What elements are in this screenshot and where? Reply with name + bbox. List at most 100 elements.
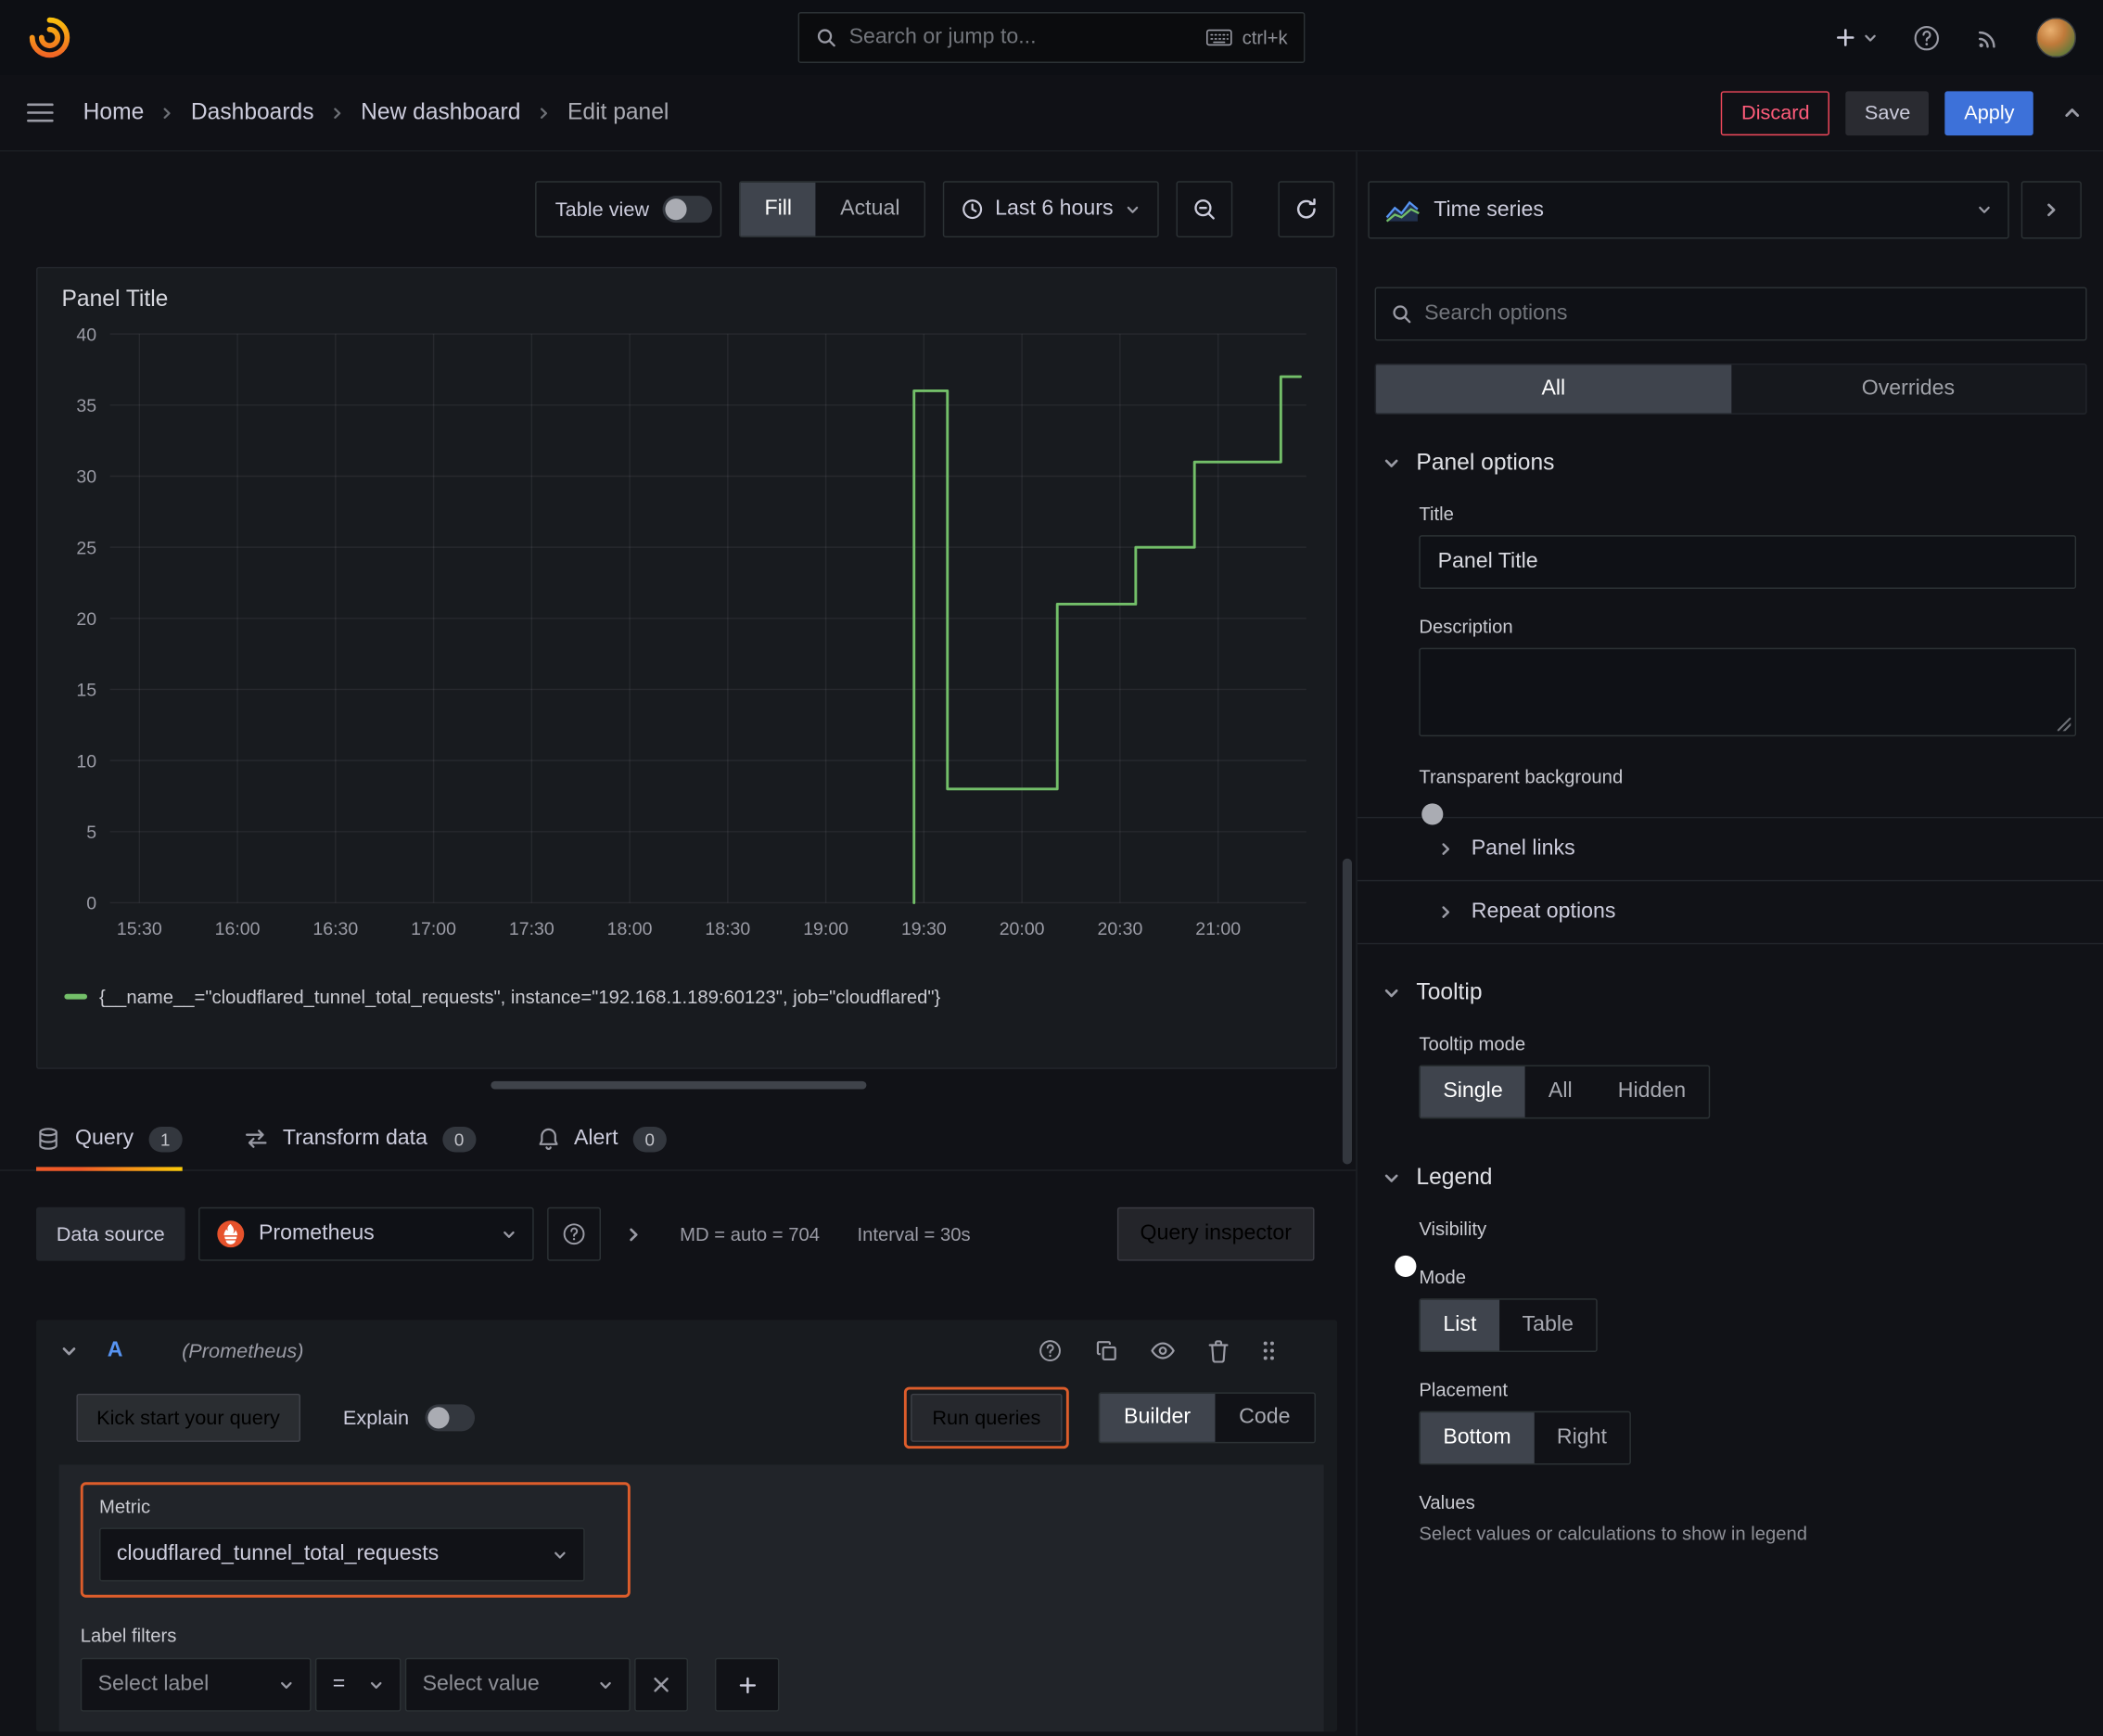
fill-option[interactable]: Fill (740, 182, 817, 236)
tab-transform[interactable]: Transform data 0 (244, 1108, 477, 1170)
chevron-down-icon (1977, 202, 1992, 217)
tab-alert[interactable]: Alert 0 (538, 1108, 667, 1170)
explain-toggle[interactable] (425, 1404, 475, 1432)
query-options-summary[interactable]: MD = auto = 704 Interval = 30s (680, 1223, 970, 1245)
chevron-down-icon[interactable] (60, 1342, 78, 1359)
section-tooltip[interactable]: Tooltip (1357, 944, 2103, 1006)
datasource-help-button[interactable] (546, 1206, 601, 1261)
search-icon (815, 27, 836, 48)
zoom-out-button[interactable] (1176, 181, 1233, 238)
legend-mode-switch: List Table (1419, 1298, 1598, 1352)
operator-dropdown[interactable]: = (314, 1657, 401, 1712)
query-options-expander[interactable] (625, 1225, 643, 1243)
search-shortcut: ctrl+k (1242, 26, 1288, 49)
legend-placement-right-option[interactable]: Right (1534, 1412, 1629, 1463)
legend-mode-table-option[interactable]: Table (1499, 1300, 1597, 1351)
left-scrollbar-thumb[interactable] (1342, 858, 1352, 1165)
breadcrumb-new-dashboard[interactable]: New dashboard (361, 99, 520, 126)
tooltip-hidden-option[interactable]: Hidden (1595, 1066, 1709, 1117)
description-textarea[interactable] (1419, 647, 2077, 737)
chevron-down-icon (369, 1678, 384, 1692)
svg-text:17:30: 17:30 (509, 919, 554, 939)
query-header: A (Prometheus) (36, 1320, 1337, 1382)
tooltip-all-option[interactable]: All (1525, 1066, 1595, 1117)
table-view-toggle[interactable] (662, 196, 713, 223)
actual-option[interactable]: Actual (816, 183, 924, 236)
tooltip-single-option[interactable]: Single (1420, 1066, 1526, 1117)
select-value-dropdown[interactable]: Select value (404, 1657, 631, 1712)
chevron-right-icon (160, 106, 175, 121)
datasource-select[interactable]: Prometheus (198, 1206, 534, 1261)
eye-icon[interactable] (1151, 1341, 1175, 1359)
select-label-dropdown[interactable]: Select label (80, 1657, 312, 1712)
time-range-picker[interactable]: Last 6 hours (942, 181, 1159, 238)
code-option[interactable]: Code (1215, 1394, 1314, 1442)
grafana-logo-icon[interactable] (27, 15, 72, 60)
trash-icon[interactable] (1208, 1339, 1229, 1362)
edit-panel-left: Table view Fill Actual Last 6 hours Pane… (0, 151, 1357, 1736)
series-label[interactable]: {__name__="cloudflared_tunnel_total_requ… (99, 986, 940, 1007)
svg-text:0: 0 (86, 894, 96, 914)
options-search-input[interactable]: Search options (1374, 287, 2087, 341)
section-panel-options[interactable]: Panel options (1357, 415, 2103, 477)
kick-start-button[interactable]: Kick start your query (76, 1393, 300, 1442)
query-inspector-button[interactable]: Query inspector (1116, 1206, 1315, 1261)
new-dropdown-button[interactable] (1835, 27, 1878, 48)
builder-option[interactable]: Builder (1099, 1393, 1216, 1442)
close-icon (652, 1676, 670, 1694)
metric-highlight: Metric cloudflared_tunnel_total_requests (80, 1482, 631, 1598)
tab-query-label: Query (75, 1127, 134, 1150)
repeat-options-section[interactable]: Repeat options (1357, 881, 2103, 945)
refresh-button[interactable] (1278, 181, 1335, 238)
legend-placement-bottom-option[interactable]: Bottom (1420, 1412, 1535, 1464)
svg-text:19:30: 19:30 (901, 919, 947, 939)
visualization-picker[interactable]: Time series (1368, 181, 2009, 239)
drag-handle-icon[interactable] (1262, 1340, 1275, 1361)
news-icon[interactable] (1976, 25, 2001, 50)
remove-filter-button[interactable] (634, 1657, 689, 1712)
breadcrumb-edit-panel: Edit panel (567, 99, 669, 125)
select-value-placeholder: Select value (422, 1672, 540, 1696)
breadcrumb: Home Dashboards New dashboard Edit panel (83, 99, 669, 126)
datasource-row: Data source Prometheus MD = auto = 704 I… (36, 1206, 1338, 1261)
chevron-down-icon (598, 1678, 613, 1692)
panel-links-section[interactable]: Panel links (1357, 818, 2103, 882)
query-ref-id[interactable]: A (108, 1339, 123, 1363)
options-sidebar: Time series Search options All Overrides… (1357, 151, 2103, 1736)
datasource-label: Data source (36, 1206, 185, 1261)
svg-text:10: 10 (76, 751, 96, 772)
apply-button[interactable]: Apply (1944, 90, 2033, 135)
legend-mode-list-option[interactable]: List (1420, 1299, 1499, 1351)
section-legend[interactable]: Legend (1357, 1118, 2103, 1191)
resize-grip-icon[interactable] (2057, 717, 2071, 732)
chevron-up-icon[interactable] (2063, 103, 2082, 121)
discard-button[interactable]: Discard (1721, 90, 1830, 135)
tab-query[interactable]: Query 1 (36, 1108, 183, 1171)
help-icon[interactable] (1039, 1339, 1063, 1363)
legend-placement-switch: Bottom Right (1419, 1410, 1631, 1465)
user-avatar[interactable] (2035, 17, 2077, 58)
series-color-swatch (64, 993, 88, 1000)
visualization-name: Time series (1434, 198, 1544, 221)
help-icon[interactable] (1913, 23, 1941, 51)
panel-title-input[interactable]: Panel Title (1419, 535, 2077, 589)
zoom-out-icon (1192, 198, 1217, 222)
svg-text:15: 15 (76, 681, 96, 701)
query-toolbar: Kick start your query Explain Run querie… (36, 1382, 1337, 1462)
tab-all[interactable]: All (1376, 364, 1731, 414)
query-count-badge: 1 (147, 1126, 183, 1152)
legend-placement-label: Placement (1419, 1378, 1509, 1401)
run-queries-button[interactable]: Run queries (911, 1393, 1063, 1442)
breadcrumb-dashboards[interactable]: Dashboards (191, 99, 314, 126)
duplicate-icon[interactable] (1096, 1340, 1117, 1361)
toggle-viz-picker-button[interactable] (2020, 181, 2082, 239)
add-filter-button[interactable] (714, 1657, 780, 1712)
menu-icon[interactable] (27, 102, 54, 123)
pane-resize-handle[interactable] (490, 1080, 866, 1090)
metric-select[interactable]: cloudflared_tunnel_total_requests (99, 1527, 585, 1582)
breadcrumb-home[interactable]: Home (83, 99, 145, 126)
tab-overrides[interactable]: Overrides (1731, 364, 2086, 413)
global-search-input[interactable]: Search or jump to... ctrl+k (797, 12, 1306, 63)
save-button[interactable]: Save (1845, 90, 1930, 135)
refresh-icon (1294, 198, 1319, 222)
